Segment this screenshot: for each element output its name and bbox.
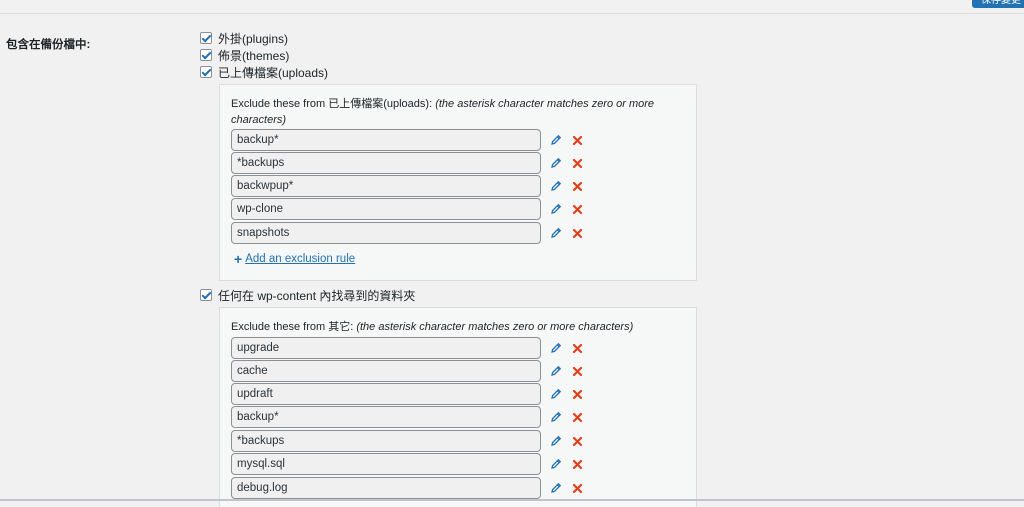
- x-delete-icon[interactable]: [572, 179, 582, 193]
- plugins-checkbox[interactable]: [200, 32, 212, 44]
- exclusion-rule: upgrade: [231, 337, 582, 359]
- pencil-icon[interactable]: [550, 410, 562, 424]
- exclusion-rule: backup*: [231, 129, 582, 151]
- themes-label: 佈景(themes): [218, 48, 290, 63]
- exclusion-rule: wp-clone: [231, 198, 582, 220]
- x-delete-icon[interactable]: [572, 481, 582, 495]
- exclusion-rule: *backups: [231, 152, 582, 174]
- uploads-exclusions-panel: Exclude these from 已上傳檔案(uploads): (the …: [219, 84, 697, 281]
- exclusion-rule-input[interactable]: wp-clone: [231, 198, 541, 220]
- pencil-icon[interactable]: [550, 481, 562, 495]
- pencil-icon[interactable]: [550, 133, 562, 147]
- uploads-option[interactable]: 已上傳檔案(uploads): [200, 64, 328, 80]
- x-delete-icon[interactable]: [572, 341, 582, 355]
- pencil-icon[interactable]: [550, 179, 562, 193]
- others-label: 任何在 wp-content 內找尋到的資料夾: [218, 288, 416, 303]
- exclusion-rule: cache: [231, 360, 582, 382]
- uploads-exclusions-description: Exclude these from 已上傳檔案(uploads): (the …: [231, 96, 671, 128]
- others-exclusions-panel: Exclude these from 其它: (the asterisk cha…: [219, 307, 697, 507]
- header-divider: [0, 13, 1024, 14]
- exclusion-rule: backup*: [231, 406, 582, 428]
- exclusion-rule-input[interactable]: cache: [231, 360, 541, 382]
- exclusion-rule-input[interactable]: mysql.sql: [231, 453, 541, 475]
- x-delete-icon[interactable]: [572, 133, 582, 147]
- exclusion-rule-input[interactable]: *backups: [231, 430, 541, 452]
- exclusion-rule-input[interactable]: updraft: [231, 383, 541, 405]
- exclusion-rule-input[interactable]: *backups: [231, 152, 541, 174]
- add-exclusion-rule-label[interactable]: Add an exclusion rule: [245, 253, 355, 265]
- add-exclusion-rule-link[interactable]: + Add an exclusion rule: [234, 252, 355, 266]
- others-checkbox[interactable]: [200, 289, 212, 301]
- others-desc-prefix: Exclude these from 其它:: [231, 321, 357, 333]
- exclusion-rule: mysql.sql: [231, 453, 582, 475]
- pencil-icon[interactable]: [550, 364, 562, 378]
- exclusion-rule: *backups: [231, 430, 582, 452]
- exclusion-rule: snapshots: [231, 222, 582, 244]
- exclusion-rule-input[interactable]: backwpup*: [231, 175, 541, 197]
- pencil-icon[interactable]: [550, 202, 562, 216]
- x-delete-icon[interactable]: [572, 410, 582, 424]
- x-delete-icon[interactable]: [572, 202, 582, 216]
- pencil-icon[interactable]: [550, 341, 562, 355]
- exclusion-rule: debug.log: [231, 477, 582, 499]
- include-in-backup-label: 包含在備份檔中:: [6, 39, 91, 51]
- plugins-label: 外掛(plugins): [218, 31, 289, 46]
- pencil-icon[interactable]: [550, 387, 562, 401]
- themes-checkbox[interactable]: [200, 49, 212, 61]
- x-delete-icon[interactable]: [572, 434, 582, 448]
- plugins-option[interactable]: 外掛(plugins): [200, 30, 288, 46]
- exclusion-rule-input[interactable]: debug.log: [231, 477, 541, 499]
- exclusion-rule-input[interactable]: backup*: [231, 129, 541, 151]
- themes-option[interactable]: 佈景(themes): [200, 47, 289, 63]
- others-option[interactable]: 任何在 wp-content 內找尋到的資料夾: [200, 287, 415, 303]
- exclusion-rule: backwpup*: [231, 175, 582, 197]
- plus-icon: +: [234, 251, 243, 267]
- x-delete-icon[interactable]: [572, 156, 582, 170]
- pencil-icon[interactable]: [550, 226, 562, 240]
- exclusion-rule-input[interactable]: backup*: [231, 406, 541, 428]
- save-changes-button[interactable]: 保存變更: [972, 0, 1024, 8]
- pencil-icon[interactable]: [550, 156, 562, 170]
- pencil-icon[interactable]: [550, 434, 562, 448]
- x-delete-icon[interactable]: [572, 364, 582, 378]
- pencil-icon[interactable]: [550, 457, 562, 471]
- x-delete-icon[interactable]: [572, 226, 582, 240]
- exclusion-rule-input[interactable]: upgrade: [231, 337, 541, 359]
- uploads-label: 已上傳檔案(uploads): [218, 65, 329, 80]
- uploads-desc-prefix: Exclude these from 已上傳檔案(uploads):: [231, 98, 436, 110]
- x-delete-icon[interactable]: [572, 387, 582, 401]
- exclusion-rule: updraft: [231, 383, 582, 405]
- uploads-checkbox[interactable]: [200, 66, 212, 78]
- x-delete-icon[interactable]: [572, 457, 582, 471]
- others-desc-note: (the asterisk character matches zero or …: [356, 321, 634, 333]
- exclusion-rule-input[interactable]: snapshots: [231, 222, 541, 244]
- others-exclusions-description: Exclude these from 其它: (the asterisk cha…: [231, 319, 671, 335]
